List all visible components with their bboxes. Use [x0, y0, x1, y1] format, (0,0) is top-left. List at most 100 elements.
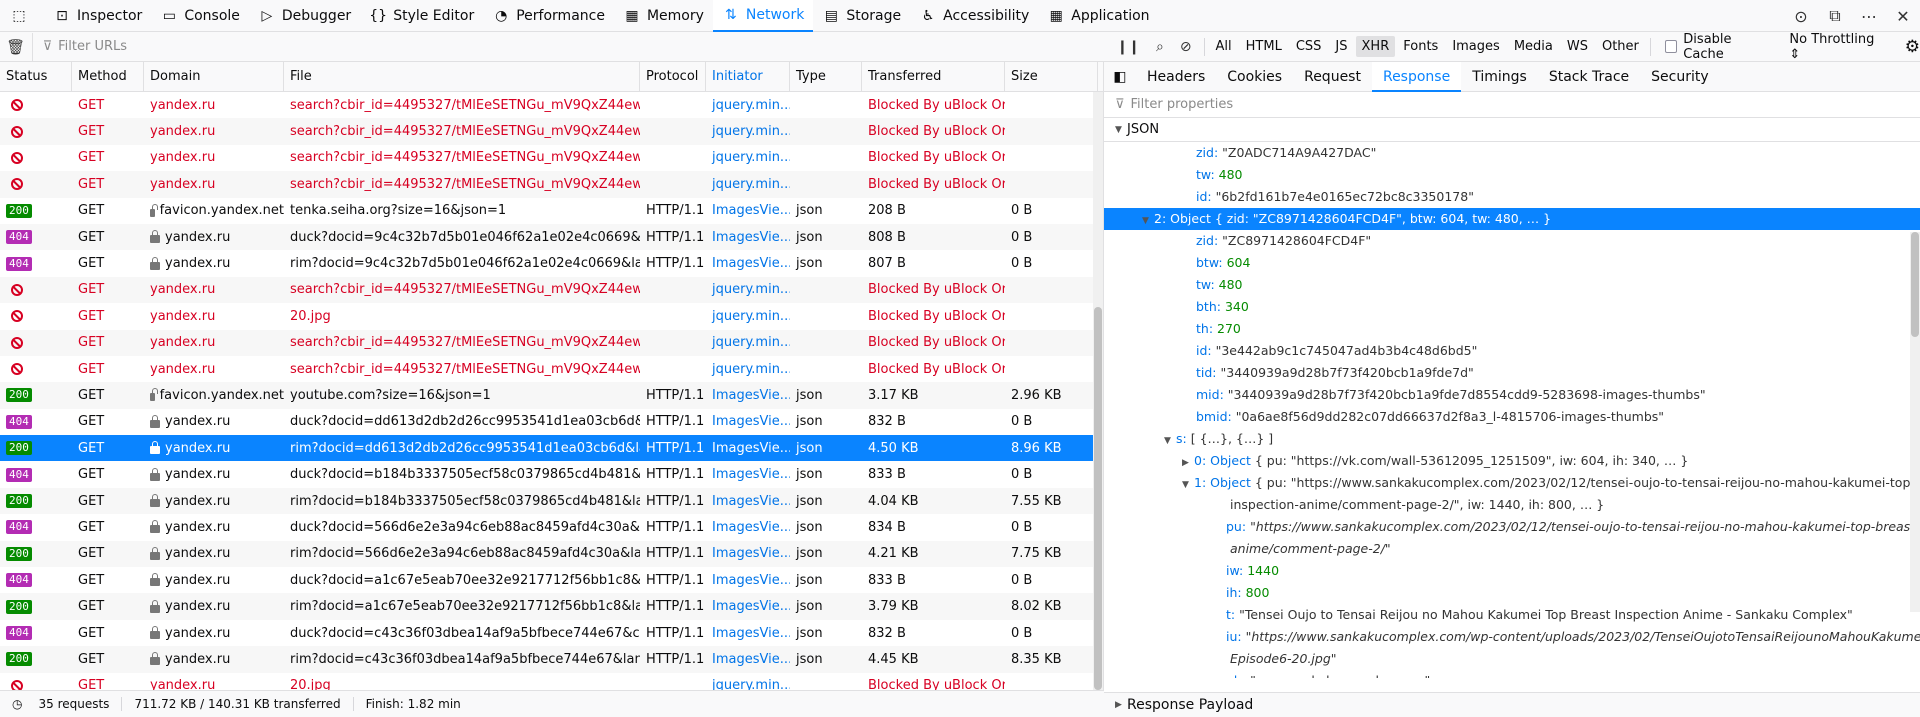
scrollbar-thumb[interactable]	[1911, 232, 1919, 337]
detail-tab-timings[interactable]: Timings	[1461, 62, 1538, 92]
table-row[interactable]: 200 GET yandex.ru rim?docid=566d6e2e3a94c6e…	[0, 540, 1103, 568]
detail-tab-security[interactable]: Security	[1640, 62, 1720, 92]
json-node[interactable]: inspection-anime/comment-page-2/", iw: 1…	[1104, 494, 1920, 516]
json-node[interactable]: ▼ 2: Object { zid: "ZC8971428604FCD4F", b…	[1104, 208, 1920, 230]
json-node[interactable]: zid: "Z0ADC714A9A427DAC"	[1104, 142, 1920, 164]
type-filter-xhr[interactable]: XHR	[1355, 36, 1396, 57]
scrollbar-thumb[interactable]	[1094, 307, 1102, 690]
json-node[interactable]: pu: "https://www.sankakucomplex.com/2023…	[1104, 516, 1920, 538]
filter-urls-input[interactable]: ⊽ Filter URLs	[31, 32, 1109, 61]
initiator-link[interactable]: jquery.min....	[706, 330, 790, 356]
table-row[interactable]: 200 GET yandex.ru rim?docid=a1c67e5eab70ee3…	[0, 593, 1103, 620]
json-node[interactable]: anime/comment-page-2/"	[1104, 538, 1920, 560]
initiator-link[interactable]: jquery.min....	[706, 171, 790, 197]
chevron-down-icon[interactable]: ▼	[1142, 210, 1154, 230]
table-row[interactable]: GET yandex.ru search?cbir_id=4495327/tMlEe…	[0, 276, 1103, 304]
json-node[interactable]: bmid: "0a6ae8f56d9dd282c07dd66637d2f8a3_…	[1104, 406, 1920, 428]
json-node[interactable]: ih: 800	[1104, 582, 1920, 604]
detail-tab-request[interactable]: Request	[1293, 62, 1372, 92]
initiator-link[interactable]: ImagesVie...	[706, 435, 790, 461]
gear-icon[interactable]: ⚙	[1905, 37, 1920, 57]
json-node[interactable]: iu: "https://www.sankakucomplex.com/wp-c…	[1104, 626, 1920, 648]
chevron-down-icon[interactable]: ▼	[1164, 430, 1176, 450]
json-node[interactable]: ▶ 0: Object { pu: "https://vk.com/wall-53…	[1104, 450, 1920, 472]
column-header-type[interactable]: Type	[790, 62, 862, 92]
json-node[interactable]: iw: 1440	[1104, 560, 1920, 582]
type-filter-ws[interactable]: WS	[1561, 36, 1594, 57]
initiator-link[interactable]: ImagesVie...	[706, 646, 790, 672]
json-scrollbar[interactable]	[1910, 232, 1920, 612]
initiator-link[interactable]: ImagesVie...	[706, 620, 790, 646]
table-row[interactable]: 200 GET yandex.ru rim?docid=dd613d2db2d26cc…	[0, 435, 1103, 462]
initiator-link[interactable]: ImagesVie...	[706, 198, 790, 224]
table-row[interactable]: GET yandex.ru search?cbir_id=4495327/tMlEe…	[0, 329, 1103, 356]
table-row[interactable]: 404 GET yandex.ru duck?docid=c43c36f03dbea1…	[0, 620, 1103, 646]
initiator-link[interactable]: ImagesVie...	[706, 541, 790, 567]
column-header-domain[interactable]: Domain	[144, 62, 284, 92]
initiator-link[interactable]: jquery.min....	[706, 145, 790, 171]
tab-inspector[interactable]: ⊡ Inspector	[44, 0, 151, 32]
chevron-right-icon[interactable]: ▶	[1182, 452, 1194, 472]
type-filter-all[interactable]: All	[1210, 36, 1238, 57]
table-row[interactable]: 404 GET yandex.ru duck?docid=566d6e2e3a94c6…	[0, 514, 1103, 540]
json-node[interactable]: mid: "3440939a9d28b7f73f420bcb1a9fde7d85…	[1104, 384, 1920, 406]
table-row[interactable]: 200 GET yandex.ru rim?docid=c43c36f03dbea14…	[0, 646, 1103, 673]
json-node[interactable]: id: "6b2fd161b7e4e0165ec72bc8c3350178"	[1104, 186, 1920, 208]
json-node[interactable]: id: "3e442ab9c1c745047ad4b3b4c48d6bd5"	[1104, 340, 1920, 362]
table-row[interactable]: GET yandex.ru search?cbir_id=4495327/tMlEe…	[0, 118, 1103, 145]
throttling-select[interactable]: No Throttling ⇕	[1789, 32, 1884, 62]
response-payload-header[interactable]: ▶ Response Payload	[1104, 692, 1920, 717]
pause-icon[interactable]: ❙❙	[1109, 39, 1148, 55]
table-row[interactable]: 200 GET favicon.yandex.net youtube.com?size…	[0, 382, 1103, 409]
tab-debugger[interactable]: ▷ Debugger	[249, 0, 360, 32]
column-header-status[interactable]: Status	[0, 62, 72, 92]
json-node[interactable]: zid: "ZC8971428604FCD4F"	[1104, 230, 1920, 252]
initiator-link[interactable]: ImagesVie...	[706, 593, 790, 619]
detail-tab-response[interactable]: Response	[1371, 61, 1462, 92]
type-filter-fonts[interactable]: Fonts	[1397, 36, 1444, 57]
json-node[interactable]: ▼ 1: Object { pu: "https://www.sankakucom…	[1104, 472, 1920, 494]
initiator-link[interactable]: ImagesVie...	[706, 382, 790, 408]
initiator-link[interactable]: ImagesVie...	[706, 250, 790, 276]
type-filter-css[interactable]: CSS	[1290, 36, 1328, 57]
dock-icon[interactable]: ⧉	[1818, 6, 1852, 26]
initiator-link[interactable]: jquery.min....	[706, 673, 790, 690]
json-section-header[interactable]: ▼ JSON	[1104, 118, 1920, 142]
tab-performance[interactable]: ◔ Performance	[483, 0, 614, 32]
table-row[interactable]: GET yandex.ru search?cbir_id=4495327/tMlEe…	[0, 92, 1103, 118]
json-node[interactable]: tw: 480	[1104, 274, 1920, 296]
initiator-link[interactable]: ImagesVie...	[706, 224, 790, 250]
initiator-link[interactable]: jquery.min....	[706, 277, 790, 303]
tab-application[interactable]: ▦ Application	[1038, 0, 1158, 32]
tab-network[interactable]: ⇅ Network	[712, 0, 814, 32]
detail-tab-cookies[interactable]: Cookies	[1216, 62, 1293, 92]
json-node[interactable]: btw: 604	[1104, 252, 1920, 274]
json-node[interactable]: bth: 340	[1104, 296, 1920, 318]
column-header-size[interactable]: Size	[1005, 62, 1098, 92]
search-icon[interactable]: ⌕	[1148, 39, 1172, 55]
json-node[interactable]: tid: "3440939a9d28b7f73f420bcb1a9fde7d"	[1104, 362, 1920, 384]
table-row[interactable]: 404 GET yandex.ru rim?docid=9c4c32b7d5b01e0…	[0, 250, 1103, 276]
screenshot-icon[interactable]: ⊙	[1784, 7, 1818, 26]
tab-memory[interactable]: ▦ Memory	[614, 0, 713, 32]
initiator-link[interactable]: jquery.min....	[706, 303, 790, 329]
chevron-down-icon[interactable]: ▼	[1182, 474, 1194, 494]
more-options-icon[interactable]: ⋯	[1852, 7, 1886, 26]
initiator-link[interactable]: ImagesVie...	[706, 514, 790, 540]
table-row[interactable]: GET yandex.ru search?cbir_id=4495327/tMlEe…	[0, 356, 1103, 382]
table-row[interactable]: GET yandex.ru search?cbir_id=4495327/tMlEe…	[0, 171, 1103, 198]
initiator-link[interactable]: jquery.min....	[706, 118, 790, 144]
type-filter-html[interactable]: HTML	[1240, 36, 1288, 57]
column-header-file[interactable]: File	[284, 62, 640, 92]
tab-accessibility[interactable]: ♿ Accessibility	[910, 0, 1038, 32]
json-node[interactable]: th: 270	[1104, 318, 1920, 340]
tab-storage[interactable]: ▤ Storage	[813, 0, 910, 32]
json-node[interactable]: Episode6-20.jpg"	[1104, 648, 1920, 670]
block-icon[interactable]: ⊘	[1172, 39, 1200, 55]
initiator-link[interactable]: jquery.min....	[706, 92, 790, 118]
json-node[interactable]: ▼ s: [ {…}, {…} ]	[1104, 428, 1920, 450]
table-row[interactable]: GET yandex.ru 20.jpg jquery.min.... Blocked …	[0, 673, 1103, 690]
json-node[interactable]: tw: 480	[1104, 164, 1920, 186]
table-row[interactable]: 404 GET yandex.ru duck?docid=a1c67e5eab70ee…	[0, 567, 1103, 593]
json-node[interactable]: ph: "www.sankakucomplex.com"	[1104, 670, 1920, 678]
